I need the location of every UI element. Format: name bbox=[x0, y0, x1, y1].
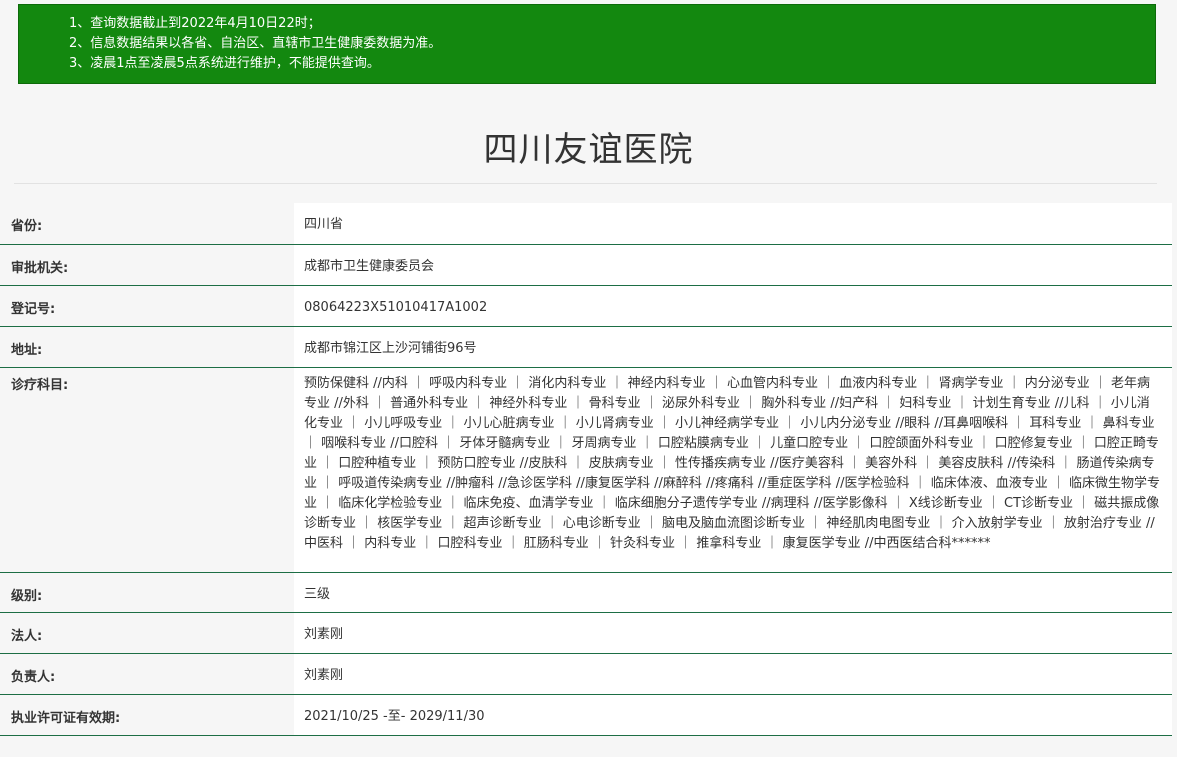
info-value: 成都市锦江区上沙河铺街96号 bbox=[294, 326, 1172, 367]
info-value: 刘素刚 bbox=[294, 612, 1172, 653]
info-value: 三级 bbox=[294, 572, 1172, 612]
info-value: 2021/10/25 -至- 2029/11/30 bbox=[294, 694, 1172, 735]
info-row-approval-authority: 审批机关: 成都市卫生健康委员会 bbox=[0, 244, 1172, 285]
info-row-level: 级别: 三级 bbox=[0, 572, 1172, 612]
info-label: 地址: bbox=[11, 342, 43, 358]
info-label: 登记号: bbox=[11, 301, 56, 317]
info-row-address: 地址: 成都市锦江区上沙河铺街96号 bbox=[0, 326, 1172, 367]
title-divider bbox=[14, 183, 1157, 184]
hospital-info-table: 省份: 四川省 审批机关: 成都市卫生健康委员会 登记号: 08064223X5… bbox=[0, 203, 1172, 736]
info-value: 刘素刚 bbox=[294, 653, 1172, 694]
info-row-province: 省份: 四川省 bbox=[0, 203, 1172, 244]
info-row-registration-number: 登记号: 08064223X51010417A1002 bbox=[0, 285, 1172, 326]
info-label: 级别: bbox=[11, 588, 43, 604]
page-title: 四川友谊医院 bbox=[483, 130, 694, 170]
notice-line-3: 3、凌晨1点至凌晨5点系统进行维护，不能提供查询。 bbox=[69, 56, 380, 71]
info-label: 执业许可证有效期: bbox=[11, 710, 121, 726]
info-label: 审批机关: bbox=[11, 260, 69, 276]
info-label: 省份: bbox=[11, 219, 43, 234]
notice-line-2: 2、信息数据结果以各省、自治区、直辖市卫生健康委数据为准。 bbox=[69, 36, 442, 51]
info-value: 四川省 bbox=[294, 203, 1172, 244]
info-value: 08064223X51010417A1002 bbox=[294, 285, 1172, 326]
info-row-legal-representative: 法人: 刘素刚 bbox=[0, 612, 1172, 653]
info-label: 法人: bbox=[11, 628, 43, 644]
notice-banner: 1、查询数据截止到2022年4月10日22时； 2、信息数据结果以各省、自治区、… bbox=[18, 4, 1156, 84]
info-row-license-validity: 执业许可证有效期: 2021/10/25 -至- 2029/11/30 bbox=[0, 694, 1172, 735]
info-row-person-in-charge: 负责人: 刘素刚 bbox=[0, 653, 1172, 694]
info-label: 负责人: bbox=[11, 669, 56, 685]
info-label: 诊疗科目: bbox=[11, 377, 69, 393]
info-value: 成都市卫生健康委员会 bbox=[294, 244, 1172, 285]
info-row-departments: 诊疗科目: 预防保健科 //内科 ｜ 呼吸内科专业 ｜ 消化内科专业 ｜ 神经内… bbox=[0, 367, 1172, 572]
info-value: 预防保健科 //内科 ｜ 呼吸内科专业 ｜ 消化内科专业 ｜ 神经内科专业 ｜ … bbox=[294, 367, 1172, 572]
notice-line-1: 1、查询数据截止到2022年4月10日22时； bbox=[69, 16, 321, 31]
